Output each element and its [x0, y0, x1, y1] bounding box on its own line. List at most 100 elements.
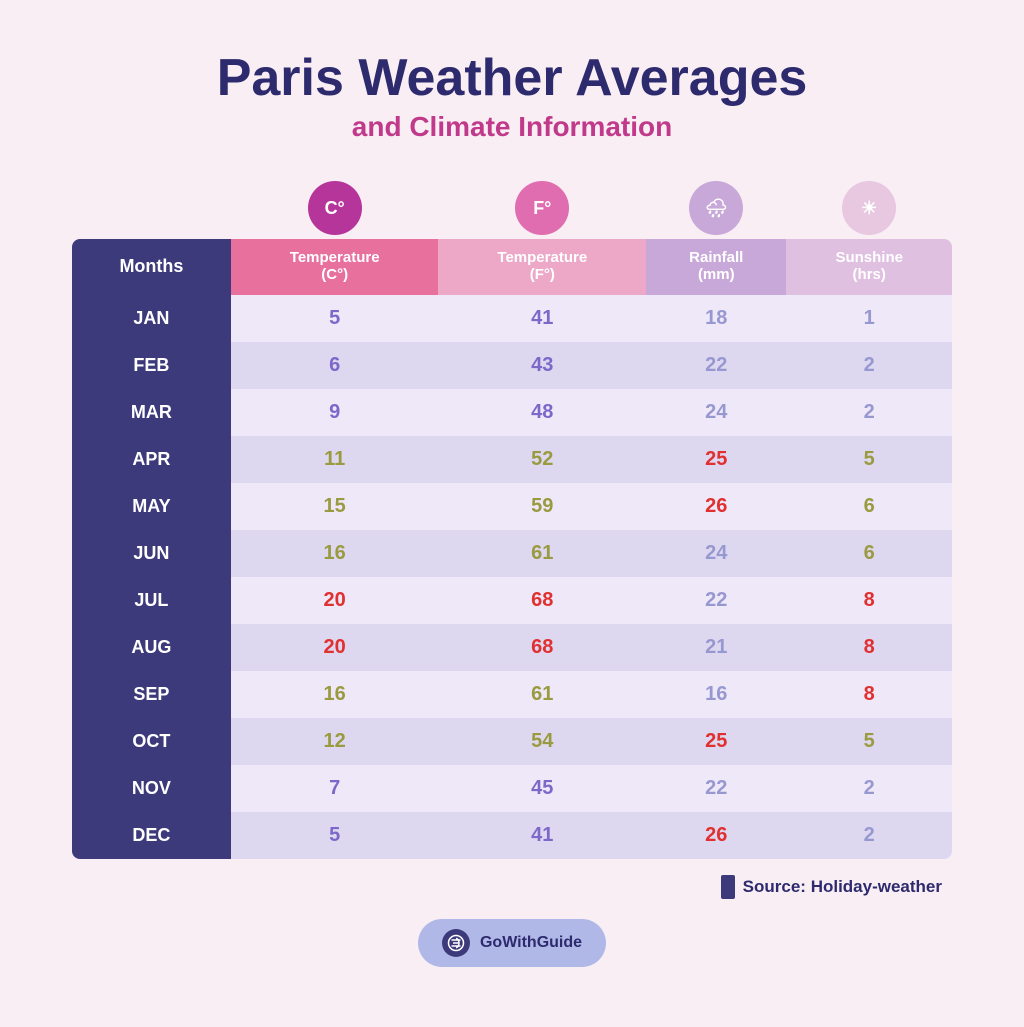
- temp-f-cell: 59: [438, 483, 646, 530]
- sunshine-cell: 8: [786, 671, 952, 718]
- month-cell: AUG: [72, 624, 231, 671]
- source-square-icon: [721, 875, 735, 899]
- table-row: JUL2068228: [72, 577, 952, 624]
- month-cell: SEP: [72, 671, 231, 718]
- sunshine-cell: 2: [786, 342, 952, 389]
- rainfall-cell: 22: [646, 577, 786, 624]
- rainfall-cell: 18: [646, 295, 786, 342]
- rainfall-cell: 25: [646, 718, 786, 765]
- table-row: DEC541262: [72, 812, 952, 859]
- month-cell: NOV: [72, 765, 231, 812]
- sunshine-cell: 8: [786, 624, 952, 671]
- temp-f-icon-cell: F°: [438, 173, 646, 239]
- temp-f-cell: 54: [438, 718, 646, 765]
- table-row: MAY1559266: [72, 483, 952, 530]
- rainfall-cell: 21: [646, 624, 786, 671]
- sunshine-cell: 2: [786, 812, 952, 859]
- sunshine-cell: 5: [786, 436, 952, 483]
- temp-c-cell: 16: [231, 671, 439, 718]
- rainfall-icon-cell: 🌧: [646, 173, 786, 239]
- page-container: Paris Weather Averages and Climate Infor…: [32, 20, 992, 1007]
- temp-c-cell: 20: [231, 624, 439, 671]
- months-icon-cell: [72, 173, 231, 239]
- temp-c-cell: 5: [231, 812, 439, 859]
- table-row: MAR948242: [72, 389, 952, 436]
- source-text: Source: Holiday-weather: [743, 877, 942, 897]
- temp-c-cell: 20: [231, 577, 439, 624]
- rainfall-cell: 22: [646, 765, 786, 812]
- month-cell: OCT: [72, 718, 231, 765]
- temp-f-cell: 43: [438, 342, 646, 389]
- temp-f-cell: 68: [438, 624, 646, 671]
- month-cell: MAY: [72, 483, 231, 530]
- sunshine-cell: 2: [786, 389, 952, 436]
- temp-c-icon-cell: C°: [231, 173, 439, 239]
- temp-c-header: Temperature(C°): [231, 239, 439, 295]
- month-cell: MAR: [72, 389, 231, 436]
- sunshine-cell: 5: [786, 718, 952, 765]
- table-row: OCT1254255: [72, 718, 952, 765]
- table-row: SEP1661168: [72, 671, 952, 718]
- temp-f-cell: 61: [438, 671, 646, 718]
- temp-f-cell: 45: [438, 765, 646, 812]
- title-section: Paris Weather Averages and Climate Infor…: [72, 50, 952, 143]
- source-row: Source: Holiday-weather: [72, 875, 952, 899]
- temp-c-cell: 16: [231, 530, 439, 577]
- month-cell: JUL: [72, 577, 231, 624]
- rainfall-cell: 26: [646, 812, 786, 859]
- temp-c-cell: 6: [231, 342, 439, 389]
- temp-f-cell: 41: [438, 812, 646, 859]
- rainfall-cell: 24: [646, 389, 786, 436]
- table-body: JAN541181FEB643222MAR948242APR1152255MAY…: [72, 295, 952, 859]
- month-cell: FEB: [72, 342, 231, 389]
- sunshine-cell: 6: [786, 530, 952, 577]
- table-row: AUG2068218: [72, 624, 952, 671]
- rainfall-icon: 🌧: [689, 181, 743, 235]
- label-row: Months Temperature(C°) Temperature(F°) R…: [72, 239, 952, 295]
- temp-f-icon: F°: [515, 181, 569, 235]
- weather-table: C° F° 🌧 ☀ Months Temperature(C°) Tempe: [72, 173, 952, 859]
- sunshine-header: Sunshine(hrs): [786, 239, 952, 295]
- table-row: APR1152255: [72, 436, 952, 483]
- table-row: JUN1661246: [72, 530, 952, 577]
- temp-c-cell: 15: [231, 483, 439, 530]
- sunshine-cell: 2: [786, 765, 952, 812]
- rainfall-cell: 25: [646, 436, 786, 483]
- temp-c-cell: 7: [231, 765, 439, 812]
- temp-c-cell: 9: [231, 389, 439, 436]
- months-header: Months: [72, 239, 231, 295]
- icon-row: C° F° 🌧 ☀: [72, 173, 952, 239]
- month-cell: DEC: [72, 812, 231, 859]
- temp-f-cell: 68: [438, 577, 646, 624]
- sunshine-cell: 8: [786, 577, 952, 624]
- table-row: FEB643222: [72, 342, 952, 389]
- logo-section: GoWithGuide: [72, 919, 952, 967]
- temp-c-cell: 12: [231, 718, 439, 765]
- sunshine-icon-cell: ☀: [786, 173, 952, 239]
- main-title: Paris Weather Averages: [72, 50, 952, 107]
- rainfall-cell: 26: [646, 483, 786, 530]
- temp-c-icon: C°: [308, 181, 362, 235]
- sunshine-cell: 6: [786, 483, 952, 530]
- temp-f-cell: 41: [438, 295, 646, 342]
- rainfall-cell: 22: [646, 342, 786, 389]
- temp-f-cell: 61: [438, 530, 646, 577]
- rainfall-cell: 24: [646, 530, 786, 577]
- sunshine-cell: 1: [786, 295, 952, 342]
- table-wrapper: C° F° 🌧 ☀ Months Temperature(C°) Tempe: [72, 173, 952, 859]
- month-cell: APR: [72, 436, 231, 483]
- rainfall-cell: 16: [646, 671, 786, 718]
- temp-c-cell: 11: [231, 436, 439, 483]
- month-cell: JUN: [72, 530, 231, 577]
- logo-text: GoWithGuide: [480, 934, 582, 952]
- month-cell: JAN: [72, 295, 231, 342]
- table-row: NOV745222: [72, 765, 952, 812]
- sub-title: and Climate Information: [72, 111, 952, 143]
- temp-f-header: Temperature(F°): [438, 239, 646, 295]
- temp-c-cell: 5: [231, 295, 439, 342]
- temp-f-cell: 48: [438, 389, 646, 436]
- logo-pill: GoWithGuide: [418, 919, 606, 967]
- table-row: JAN541181: [72, 295, 952, 342]
- temp-f-cell: 52: [438, 436, 646, 483]
- sunshine-icon: ☀: [842, 181, 896, 235]
